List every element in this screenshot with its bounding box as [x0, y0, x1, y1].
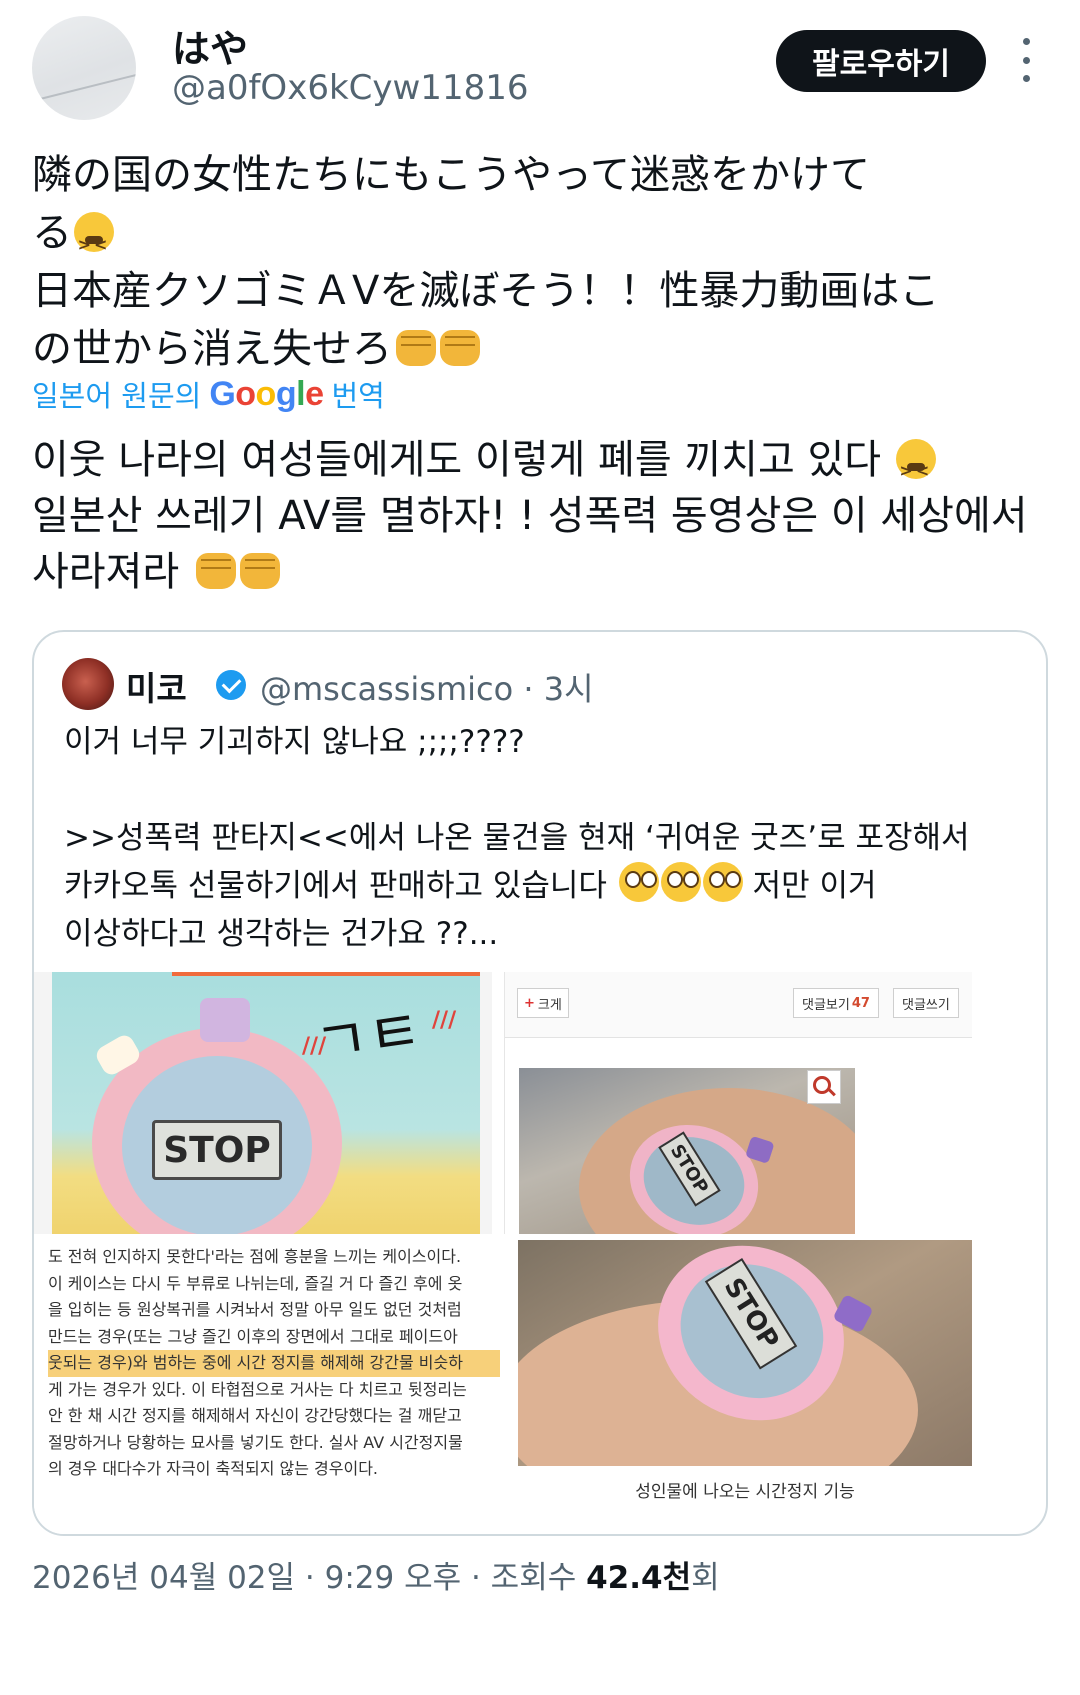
translation-prefix: 일본어 원문의 — [32, 379, 202, 413]
product-page-toolbar: + 크게 댓글보기 47 댓글쓰기 — [505, 972, 972, 1038]
stop-label: STOP — [152, 1120, 282, 1180]
follow-button[interactable]: 팔로우하기 — [776, 30, 986, 92]
quoted-line: 저만 이거 — [752, 868, 877, 904]
rolling-eyes-emoji-icon — [618, 862, 659, 902]
oncoming-fist-emoji-icon — [239, 553, 280, 589]
media-image-stopwatch-caption[interactable]: STOP 성인물에 나오는 시간정지 기능 — [518, 1240, 972, 1534]
view-count[interactable]: 42.4천 — [586, 1560, 691, 1596]
tweet-line: 隣の国の女性たちにもこうやって迷惑をかけて — [32, 152, 870, 198]
oncoming-fist-emoji-icon — [195, 553, 236, 589]
doodle-drawing: ㄱㅌ — [310, 995, 426, 1079]
persevering-face-emoji-icon — [895, 439, 936, 499]
stopwatch-photo: STOP ㄱㅌ /// /// — [52, 972, 480, 1234]
article-line: 도 전혀 인지하지 못한다'라는 점에 흥분을 느끼는 케이스이다. — [48, 1247, 462, 1266]
comment-write-button: 댓글쓰기 — [893, 988, 959, 1018]
translated-line: 일본산 쓰레기 AV를 멸하자! ! 성폭력 동영상은 이 세상에서 — [32, 493, 1028, 539]
comments-view-button: 댓글보기 47 — [793, 988, 879, 1018]
quoted-media-grid: STOP ㄱㅌ /// /// + 크게 댓글보기 47 댓글쓰기 STOP 도… — [34, 972, 1046, 1534]
oncoming-fist-emoji-icon — [440, 330, 480, 366]
quoted-tweet-text: 이거 너무 기괴하지 않나요 ;;;;???? >>성폭력 판타지<<에서 나온… — [64, 718, 1024, 958]
timestamp[interactable]: 2026년 04월 02일 · 9:29 오후 · 조회수 — [32, 1560, 576, 1596]
rolling-eyes-emoji-icon — [660, 862, 701, 902]
article-line: 을 입히는 등 원상복귀를 시켜놔서 정말 아무 일도 없던 것처럼 — [48, 1300, 462, 1319]
tweet-meta: 2026년 04월 02일 · 9:29 오후 · 조회수 42.4천회 — [32, 1552, 720, 1597]
author-avatar[interactable] — [32, 16, 136, 120]
quoted-tweet-card[interactable]: 미코 @mscassismico · 3시 이거 너무 기괴하지 않나요 ;;;… — [32, 630, 1048, 1536]
article-line: 절망하거나 당황하는 묘사를 넣기도 한다. 실사 AV 시간정지물 — [48, 1432, 463, 1452]
view-count-suffix: 회 — [691, 1560, 720, 1596]
quoted-author-name[interactable]: 미코 — [126, 662, 187, 710]
article-line: 안 한 채 시간 정지를 해제해서 자신이 강간당했다는 걸 깨닫고 — [48, 1406, 462, 1425]
media-image-product-page[interactable]: + 크게 댓글보기 47 댓글쓰기 STOP — [504, 972, 972, 1234]
quoted-line: >>성폭력 판타지<<에서 나온 물건을 현재 ‘귀여운 굿즈’로 포장해서 — [64, 820, 970, 856]
quoted-line — [64, 766, 1024, 814]
article-text: 도 전혀 인지하지 못한다'라는 점에 흥분을 느끼는 케이스이다. 이 케이스… — [48, 1244, 500, 1483]
quoted-line: 이상하다고 생각하는 건가요 ??... — [64, 916, 499, 952]
quoted-line: 카카오톡 선물하기에서 판매하고 있습니다 — [64, 868, 607, 904]
more-options-icon[interactable] — [1016, 38, 1036, 82]
quoted-author-handle[interactable]: @mscassismico · 3시 — [260, 664, 594, 710]
magnify-icon — [807, 1070, 841, 1104]
tweet-text: 隣の国の女性たちにもこうやって迷惑をかけて る 日本産クソゴミＡVを滅ぼそう！！… — [32, 146, 1052, 378]
quoted-line: 이거 너무 기괴하지 않나요 ;;;;???? — [64, 724, 525, 760]
quoted-author-avatar[interactable] — [62, 658, 114, 710]
translation-link[interactable]: 일본어 원문의 Google 번역 — [32, 372, 385, 416]
tweet-line: 日本産クソゴミＡVを滅ぼそう！！性暴力動画はこ — [32, 268, 940, 314]
google-logo: Google — [209, 374, 324, 413]
article-line: 의 경우 대다수가 자극이 축적되지 않는 경우이다. — [48, 1459, 379, 1478]
hand-holding-stopwatch-photo: STOP — [519, 1068, 855, 1234]
blush-mark: /// — [302, 1034, 327, 1059]
translation-suffix: 번역 — [331, 379, 385, 413]
article-line: 만드는 경우(또는 그냥 즐긴 이후의 장면에서 그대로 페이드아 — [48, 1326, 458, 1346]
media-image-article-text[interactable]: 도 전혀 인지하지 못한다'라는 점에 흥분을 느끼는 케이스이다. 이 케이스… — [34, 1240, 504, 1534]
hand-holding-stopwatch-photo: STOP — [518, 1240, 972, 1466]
translated-line: 이웃 나라의 여성들에게도 이렇게 폐를 끼치고 있다 — [32, 437, 882, 483]
tweet-line: の世から消え失せろ — [32, 326, 392, 372]
rolling-eyes-emoji-icon — [702, 862, 743, 902]
persevering-face-emoji-icon — [74, 212, 114, 274]
tweet-line: る — [32, 210, 72, 256]
tweet-header: はや @a0fOx6kCyw11816 팔로우하기 — [0, 0, 1080, 130]
author-handle[interactable]: @a0fOx6kCyw11816 — [172, 68, 528, 108]
media-image-stopwatch-drawing[interactable]: STOP ㄱㅌ /// /// — [34, 972, 492, 1234]
author-display-name[interactable]: はや — [172, 18, 248, 73]
blush-mark: /// — [432, 1008, 457, 1033]
translated-text: 이웃 나라의 여성들에게도 이렇게 폐를 끼치고 있다 일본산 쓰레기 AV를 … — [32, 432, 1052, 600]
image-caption: 성인물에 나오는 시간정지 기능 — [518, 1466, 972, 1512]
translated-line: 사라져라 — [32, 549, 180, 595]
verified-badge-icon — [216, 670, 246, 700]
zoom-button: + 크게 — [517, 988, 569, 1018]
article-line: 웃되는 경우)와 범하는 중에 시간 정지를 해제해 강간물 비슷하 — [48, 1350, 500, 1377]
article-line: 이 케이스는 다시 두 부류로 나뉘는데, 즐길 거 다 즐긴 후에 옷 — [48, 1273, 463, 1293]
article-line: 게 가는 경우가 있다. 이 타협점으로 거사는 다 치르고 뒷정리는 — [48, 1379, 467, 1399]
oncoming-fist-emoji-icon — [396, 330, 436, 366]
